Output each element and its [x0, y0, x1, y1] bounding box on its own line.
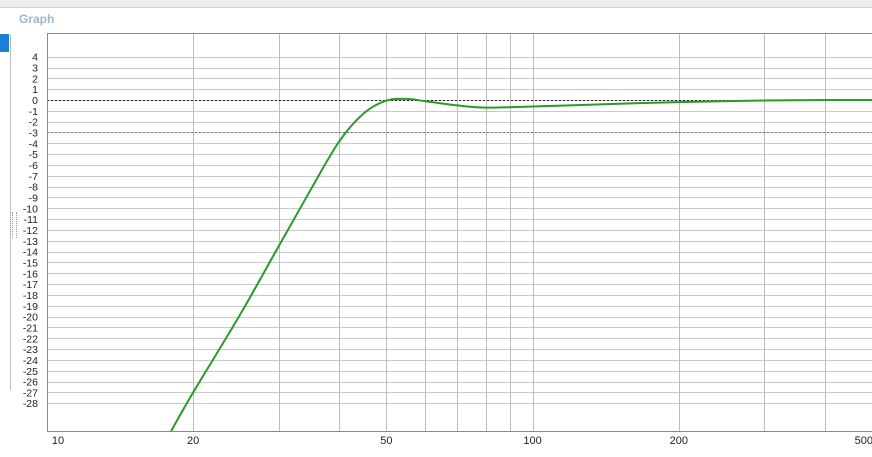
x-tick-label: 100: [523, 435, 541, 447]
frequency-response-chart: 43210-1-2-3-4-5-6-7-8-9-10-11-12-13-14-1…: [23, 33, 872, 447]
x-tick-label: 500: [855, 435, 872, 447]
x-tick-label: 20: [187, 435, 199, 447]
x-tick-label: 50: [380, 435, 392, 447]
x-tick-label: 200: [670, 435, 688, 447]
x-tick-label: 10: [52, 435, 64, 447]
y-tick-label: -28: [23, 398, 38, 410]
y-tick-labels: 43210-1-2-3-4-5-6-7-8-9-10-11-12-13-14-1…: [23, 52, 38, 411]
x-tick-labels: 10 20 50 100 200 500: [52, 435, 872, 447]
